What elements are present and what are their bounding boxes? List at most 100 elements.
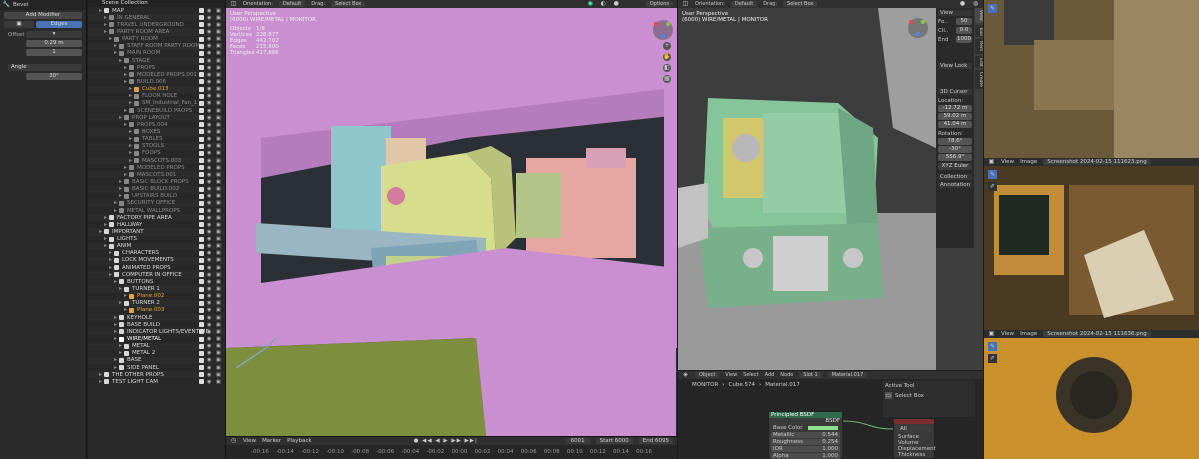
view-panel-header[interactable]: View xyxy=(938,10,972,16)
amount-field[interactable]: 0.29 m xyxy=(26,40,82,47)
exclude-checkbox[interactable] xyxy=(199,122,204,128)
outliner-row[interactable]: ▸ BUILD.006 ◉ ▣ xyxy=(88,78,225,85)
outliner-row[interactable]: ▸ MODELED PROPS ◉ ▣ xyxy=(88,164,225,171)
modifier-header[interactable]: 🔧 Bevel xyxy=(0,0,86,10)
exclude-checkbox[interactable] xyxy=(199,158,204,164)
navigation-gizmo[interactable] xyxy=(908,18,928,38)
outliner-row[interactable]: ▸ PROPS.004 ◉ ▣ xyxy=(88,121,225,128)
perspective-toggle-icon[interactable]: ▦ xyxy=(663,75,671,83)
exclude-checkbox[interactable] xyxy=(199,250,204,256)
end-frame-field[interactable]: End 6095 xyxy=(638,438,673,444)
outliner-row[interactable]: ▸ WIRE/METAL ◉ ▣ xyxy=(88,335,225,343)
eye-icon[interactable]: ◉ xyxy=(207,43,211,49)
outliner-row[interactable]: ▸ FOOPS ◉ ▣ xyxy=(88,150,225,157)
timeline-ticks[interactable]: -00:16 -00:14 -00:12 -00:10 -00:08 -00:06 -00:… xyxy=(226,445,677,459)
render-camera-icon[interactable]: ▣ xyxy=(216,229,221,235)
current-frame-field[interactable]: 6001 xyxy=(565,438,590,444)
expand-arrow-icon[interactable]: ▸ xyxy=(107,36,114,43)
render-camera-icon[interactable]: ▣ xyxy=(216,93,221,99)
expand-arrow-icon[interactable]: ▸ xyxy=(117,350,124,357)
camera-view-icon[interactable]: ◧ xyxy=(663,64,671,72)
x-axis-icon[interactable] xyxy=(654,22,658,26)
render-camera-icon[interactable]: ▣ xyxy=(216,379,221,385)
outliner-row[interactable]: ▸ TEST LIGHT CAM ◉ ▣ xyxy=(88,378,225,385)
render-camera-icon[interactable]: ▣ xyxy=(216,50,221,56)
eye-icon[interactable]: ◉ xyxy=(207,50,211,56)
eye-icon[interactable]: ◉ xyxy=(207,22,211,28)
exclude-checkbox[interactable] xyxy=(199,265,204,271)
image-filename[interactable]: Screenshot 2024-02-15 111636.png xyxy=(1043,331,1151,337)
outliner-row[interactable]: ▸ MODELED PROPS.001 ◉ ▣ xyxy=(88,71,225,79)
image-editor-icon[interactable]: ▣ xyxy=(988,159,995,166)
eye-icon[interactable]: ◉ xyxy=(207,257,211,263)
z-axis-icon[interactable] xyxy=(661,34,665,38)
expand-arrow-icon[interactable]: ▸ xyxy=(122,107,129,114)
outliner-row[interactable]: ▸ BASE BUILD ◉ ▣ xyxy=(88,321,225,328)
eye-icon[interactable]: ◉ xyxy=(207,200,211,206)
expand-arrow-icon[interactable]: ▸ xyxy=(122,307,129,314)
material-output-node[interactable]: All Surface Volume Displacement Thickness xyxy=(893,418,936,459)
npanel-tab[interactable]: Item xyxy=(975,39,983,54)
outliner-row[interactable]: ▸ METAL WALLPROPS ◉ ▣ xyxy=(88,207,225,214)
eye-icon[interactable]: ◉ xyxy=(207,300,211,306)
outliner-scene-collection[interactable]: Scene Collection xyxy=(88,0,225,7)
render-camera-icon[interactable]: ▣ xyxy=(216,372,221,378)
eye-icon[interactable]: ◉ xyxy=(207,172,211,178)
exclude-checkbox[interactable] xyxy=(199,193,204,199)
eye-icon[interactable]: ◉ xyxy=(207,279,211,285)
render-camera-icon[interactable]: ▣ xyxy=(216,293,221,299)
exclude-checkbox[interactable] xyxy=(199,15,204,21)
npanel-tab[interactable]: View xyxy=(975,8,983,23)
render-camera-icon[interactable]: ▣ xyxy=(216,136,221,142)
eye-icon[interactable]: ◉ xyxy=(207,193,211,199)
eye-icon[interactable]: ◉ xyxy=(207,208,211,214)
expand-arrow-icon[interactable]: ▸ xyxy=(127,157,134,164)
exclude-checkbox[interactable] xyxy=(199,307,204,313)
viewport-right[interactable]: ◫ Orientation: Default Drag: Select Box … xyxy=(678,0,983,370)
render-camera-icon[interactable]: ▣ xyxy=(216,158,221,164)
render-camera-icon[interactable]: ▣ xyxy=(216,365,221,371)
exclude-checkbox[interactable] xyxy=(199,215,204,221)
expand-arrow-icon[interactable]: ▸ xyxy=(112,278,119,285)
outliner-row[interactable]: ▸ PROP LAYOUT ◉ ▣ xyxy=(88,114,225,122)
render-camera-icon[interactable]: ▣ xyxy=(216,86,221,92)
outliner-row[interactable]: ▸ THE OTHER PROPS ◉ ▣ xyxy=(88,371,225,379)
exclude-checkbox[interactable] xyxy=(199,243,204,249)
cursor-header[interactable]: 3D Cursor xyxy=(938,89,972,95)
render-camera-icon[interactable]: ▣ xyxy=(216,15,221,21)
exclude-checkbox[interactable] xyxy=(199,50,204,56)
exclude-checkbox[interactable] xyxy=(199,22,204,28)
eye-icon[interactable]: ◉ xyxy=(207,293,211,299)
expand-arrow-icon[interactable]: ▸ xyxy=(122,121,129,128)
drag-dropdown[interactable]: Select Box xyxy=(331,1,366,7)
playback-controls[interactable]: ● ◀◀ ◀ ▶ ▶▶ ▶▶| xyxy=(414,438,478,444)
expand-arrow-icon[interactable]: ▸ xyxy=(122,78,129,85)
render-camera-icon[interactable]: ▣ xyxy=(216,307,221,313)
outliner-row[interactable]: ▸ METAL ◉ ▣ xyxy=(88,342,225,350)
eye-icon[interactable]: ◉ xyxy=(207,365,211,371)
outliner-row[interactable]: ▸ MAP ◉ ▣ xyxy=(88,7,225,14)
select-box-icon[interactable]: ▭ xyxy=(885,392,892,399)
exclude-checkbox[interactable] xyxy=(199,115,204,121)
gizmo-toggle-icon[interactable]: ◉ xyxy=(587,1,594,8)
exclude-checkbox[interactable] xyxy=(199,108,204,114)
z-axis-icon[interactable] xyxy=(916,32,920,36)
outliner-row[interactable]: ▸ SM_Industrial_Fan_1 ◉ ▣ xyxy=(88,99,225,107)
sample-tool-icon[interactable]: ✎ xyxy=(988,170,997,179)
eye-icon[interactable]: ◉ xyxy=(207,322,211,328)
exclude-checkbox[interactable] xyxy=(199,165,204,171)
exclude-checkbox[interactable] xyxy=(199,129,204,135)
sample-tool-icon[interactable]: ✎ xyxy=(988,342,997,351)
outliner-row[interactable]: ▸ TURNER 2 ◉ ▣ xyxy=(88,299,225,307)
exclude-checkbox[interactable] xyxy=(199,222,204,228)
cursor-loc-y[interactable]: 59.02 m xyxy=(938,113,972,120)
zoom-icon[interactable]: + xyxy=(663,42,671,50)
expand-arrow-icon[interactable]: ▸ xyxy=(112,50,119,57)
options-dropdown[interactable]: Options xyxy=(645,1,673,7)
eye-icon[interactable]: ◉ xyxy=(207,372,211,378)
npanel-tab[interactable]: Tool xyxy=(975,24,983,38)
expand-arrow-icon[interactable]: ▸ xyxy=(102,221,109,228)
outliner-row[interactable]: ▸ Cube.013 ◉ ▣ xyxy=(88,85,225,93)
exclude-checkbox[interactable] xyxy=(199,143,204,149)
exclude-checkbox[interactable] xyxy=(199,186,204,192)
